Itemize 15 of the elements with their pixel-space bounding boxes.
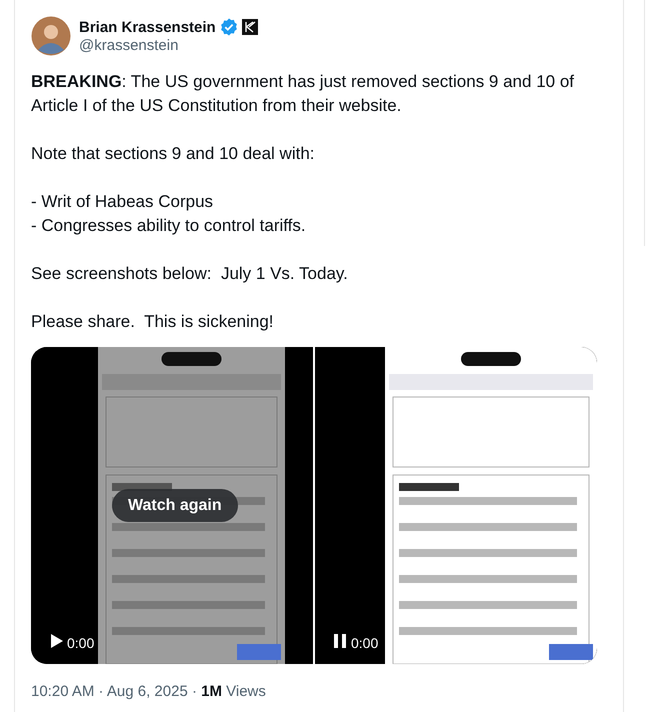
- video-time: 0:00: [351, 635, 378, 651]
- tweet-text: Please share. This is sickening!: [31, 311, 275, 333]
- author-name[interactable]: Brian Krassenstein: [79, 18, 216, 36]
- pause-icon[interactable]: [331, 632, 349, 650]
- affiliate-logo-icon[interactable]: [242, 19, 258, 35]
- video-time: 0:00: [67, 635, 94, 651]
- tweet-timestamp: 10:20 AM · Aug 6, 2025 · 1M Views: [31, 683, 267, 700]
- avatar[interactable]: [31, 16, 71, 56]
- tweet-text: See screenshots below: July 1 Vs. Today.: [31, 263, 349, 285]
- watch-again-button[interactable]: Watch again: [112, 489, 238, 522]
- tweet-text: - Congresses ability to control tariffs.: [31, 215, 307, 237]
- tweet-text: Note that sections 9 and 10 deal with:: [31, 143, 316, 165]
- tweet-text: - Writ of Habeas Corpus: [31, 191, 214, 213]
- tweet-text: BREAKING: The US government has just removed sections 9 and 10 of Article I of the US Constitution from their website.: [31, 71, 575, 117]
- author-handle[interactable]: @krassenstein: [79, 37, 258, 54]
